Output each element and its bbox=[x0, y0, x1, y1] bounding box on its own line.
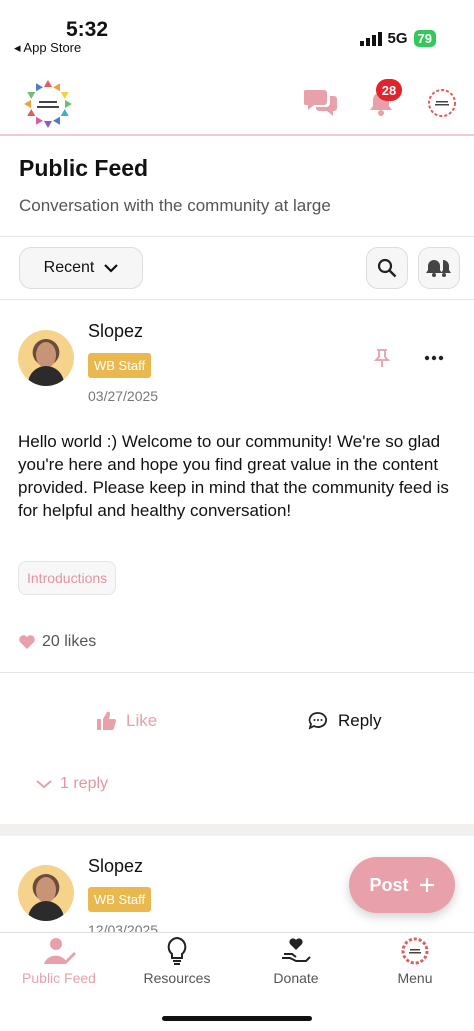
reply-button[interactable]: Reply bbox=[308, 711, 381, 731]
likes-label: 20 likes bbox=[42, 633, 97, 650]
sort-dropdown[interactable]: Recent bbox=[19, 247, 143, 289]
nav-public-feed[interactable]: Public Feed bbox=[0, 936, 118, 986]
notification-settings-button[interactable] bbox=[418, 247, 460, 289]
heart-hand-icon bbox=[282, 938, 311, 962]
messages-icon[interactable] bbox=[304, 88, 338, 118]
nav-resources[interactable]: Resources bbox=[118, 936, 236, 986]
battery-icon: 79 bbox=[413, 30, 436, 47]
chevron-down-icon bbox=[36, 780, 52, 789]
nav-menu[interactable]: Menu bbox=[356, 936, 474, 986]
nav-label: Public Feed bbox=[22, 970, 96, 986]
post-author[interactable]: Slopez bbox=[88, 321, 143, 342]
page-subtitle: Conversation with the community at large bbox=[19, 196, 331, 215]
we-belong-logo[interactable] bbox=[22, 78, 74, 130]
more-options-icon[interactable] bbox=[424, 355, 444, 361]
logo-icon bbox=[401, 937, 429, 965]
like-label: Like bbox=[126, 711, 158, 730]
plus-icon bbox=[419, 878, 434, 892]
page-title: Public Feed bbox=[19, 155, 149, 181]
chevron-down-icon bbox=[104, 264, 119, 273]
bells-icon bbox=[426, 260, 451, 277]
divider bbox=[0, 672, 474, 673]
home-indicator bbox=[162, 1016, 312, 1021]
post-button-label: Post bbox=[369, 874, 409, 895]
profile-logo-icon[interactable] bbox=[428, 89, 456, 117]
nav-donate[interactable]: Donate bbox=[237, 936, 355, 986]
search-icon bbox=[377, 258, 397, 278]
search-button[interactable] bbox=[366, 247, 408, 289]
post-body: Hello world :) Welcome to our community!… bbox=[18, 432, 449, 520]
comment-icon bbox=[308, 712, 327, 730]
notification-count-badge: 28 bbox=[376, 79, 402, 101]
post-date: 03/27/2025 bbox=[88, 388, 159, 404]
staff-badge: WB Staff bbox=[88, 887, 152, 912]
staff-badge: WB Staff bbox=[88, 353, 152, 378]
sort-label: Recent bbox=[43, 259, 95, 276]
lightbulb-icon bbox=[167, 936, 187, 965]
nav-label: Donate bbox=[273, 970, 319, 986]
heart-icon bbox=[19, 635, 35, 649]
status-time: 5:32 bbox=[66, 18, 109, 41]
avatar[interactable] bbox=[18, 865, 74, 921]
divider bbox=[0, 236, 474, 237]
new-post-button[interactable]: Post bbox=[349, 857, 455, 913]
avatar[interactable] bbox=[18, 330, 74, 386]
network-label: 5G bbox=[387, 30, 408, 47]
like-button[interactable]: Like bbox=[96, 711, 157, 731]
likes-count: 20 likes bbox=[18, 633, 96, 651]
post-separator bbox=[0, 824, 474, 836]
replies-count: 1 reply bbox=[60, 775, 109, 792]
reply-label: Reply bbox=[338, 711, 382, 730]
back-to-app-store[interactable]: ◂ App Store bbox=[14, 40, 81, 56]
nav-label: Resources bbox=[143, 970, 211, 986]
post-tag[interactable]: Introductions bbox=[18, 561, 117, 595]
pin-icon[interactable] bbox=[373, 348, 391, 368]
nav-label: Menu bbox=[397, 970, 433, 986]
user-edit-icon bbox=[44, 938, 76, 964]
divider bbox=[0, 299, 474, 300]
status-indicators: 5G 79 bbox=[359, 30, 436, 47]
thumbs-up-icon bbox=[97, 711, 116, 730]
replies-toggle[interactable]: 1 reply bbox=[36, 775, 108, 793]
signal-icon bbox=[359, 31, 382, 46]
post-author[interactable]: Slopez bbox=[88, 856, 143, 877]
